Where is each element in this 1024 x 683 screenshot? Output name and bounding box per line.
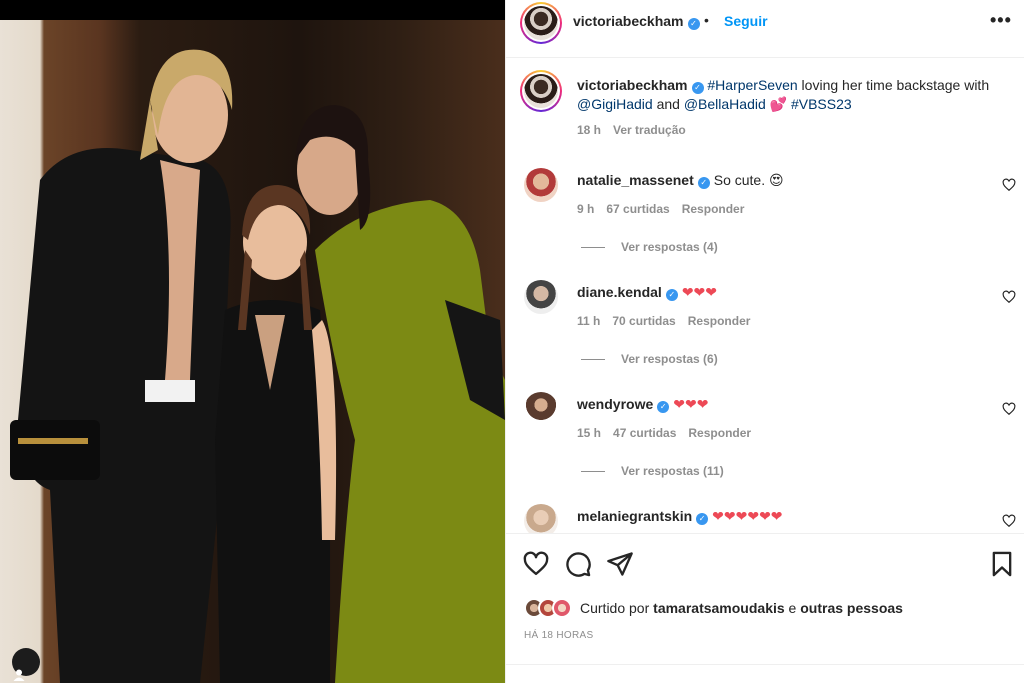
comment-time: 9 h: [577, 202, 595, 216]
comment-avatar[interactable]: [524, 504, 558, 533]
comment-icon[interactable]: [564, 550, 592, 578]
comment-username[interactable]: wendyrowe: [577, 396, 653, 412]
comment-avatar[interactable]: [524, 168, 558, 202]
other-likers-link[interactable]: outras pessoas: [800, 600, 903, 616]
post-side-panel: victoriabeckham ✓ • Seguir ••• victoriabe…: [505, 0, 1024, 683]
mention-link[interactable]: @GigiHadid: [577, 96, 653, 112]
view-replies-button[interactable]: Ver respostas (4): [581, 240, 718, 254]
heart-icon[interactable]: [522, 550, 550, 578]
comment-meta: 11 h 70 curtidas Responder: [577, 314, 762, 328]
caption-avatar[interactable]: [520, 70, 562, 112]
caption-meta: 18 h Ver tradução: [577, 123, 686, 137]
comment-like-heart-icon[interactable]: [1002, 514, 1016, 528]
post-header: victoriabeckham ✓ • Seguir •••: [506, 0, 1024, 58]
comment-avatar[interactable]: [524, 392, 558, 426]
comment-time: 15 h: [577, 426, 602, 440]
reply-button[interactable]: Responder: [688, 426, 751, 440]
follow-button[interactable]: Seguir: [724, 13, 768, 29]
comment-meta: 9 h 67 curtidas Responder: [577, 202, 756, 216]
post-timestamp: HÁ 18 HORAS: [524, 630, 594, 641]
author-avatar[interactable]: [520, 2, 562, 44]
liker-avatar: [552, 598, 572, 618]
user-tag-icon: [13, 669, 25, 681]
caption-text: victoriabeckham ✓ #HarperSeven loving her…: [577, 76, 997, 114]
comment-username[interactable]: natalie_massenet: [577, 172, 694, 188]
more-options-icon[interactable]: •••: [990, 10, 1012, 31]
comment-item: diane.kendal ✓ ❤❤❤ 11 h 70 curtidas Responde…: [506, 280, 1024, 392]
comment-text: ❤❤❤: [673, 396, 709, 412]
comment-text: ❤❤❤: [681, 284, 718, 300]
user-tag-button[interactable]: [12, 648, 40, 681]
comment-username[interactable]: melaniegrantskin: [577, 508, 692, 524]
hashtag-link[interactable]: #HarperSeven: [707, 77, 797, 93]
divider: [506, 664, 1024, 665]
verified-badge-icon: ✓: [697, 177, 710, 189]
header-separator: •: [704, 12, 709, 28]
verified-badge-icon: ✓: [696, 513, 709, 525]
comment-likes[interactable]: 47 curtidas: [613, 426, 676, 440]
view-replies-button[interactable]: Ver respostas (6): [581, 352, 718, 366]
liker-username-link[interactable]: tamaratsamoudakis: [653, 600, 785, 616]
comment-likes[interactable]: 67 curtidas: [606, 202, 669, 216]
comment-text: ❤❤❤❤❤❤: [712, 508, 783, 524]
caption-time: 18 h: [577, 123, 602, 137]
post-photo[interactable]: [0, 0, 505, 683]
comment-body: wendyrowe ✓ ❤❤❤: [577, 396, 708, 413]
bookmark-icon[interactable]: [988, 550, 1016, 578]
verified-badge-icon: ✓: [665, 289, 678, 301]
likes-summary: Curtido por tamaratsamoudakis e outras p…: [524, 596, 903, 620]
verified-badge-icon: ✓: [687, 18, 700, 30]
comment-likes[interactable]: 70 curtidas: [612, 314, 675, 328]
comment-like-heart-icon[interactable]: [1002, 402, 1016, 416]
photo-illustration: [10, 49, 505, 683]
post-actions: Curtido por tamaratsamoudakis e outras p…: [506, 533, 1024, 683]
post-caption: victoriabeckham ✓ #HarperSeven loving her…: [506, 60, 1024, 150]
comment-avatar[interactable]: [524, 280, 558, 314]
comment-time: 11 h: [577, 314, 601, 328]
comment-body: diane.kendal ✓ ❤❤❤: [577, 284, 717, 301]
photo-top-bar: [0, 0, 505, 20]
caption-emoji: 💕: [765, 96, 791, 112]
verified-badge-icon: ✓: [691, 82, 704, 94]
comment-body: natalie_massenet ✓ So cute. 😍: [577, 172, 784, 189]
hashtag-link[interactable]: #VBSS23: [791, 96, 852, 112]
caption-fragment: and: [652, 96, 684, 112]
comment-text: So cute. 😍: [713, 172, 784, 188]
comment-item: natalie_massenet ✓ So cute. 😍 9 h 67 curtid…: [506, 168, 1024, 280]
reply-button[interactable]: Responder: [688, 314, 751, 328]
reply-button[interactable]: Responder: [682, 202, 745, 216]
author-username[interactable]: victoriabeckham ✓: [573, 13, 700, 30]
comment-username[interactable]: diane.kendal: [577, 284, 662, 300]
caption-fragment: loving her time backstage with: [797, 77, 990, 93]
comment-item: wendyrowe ✓ ❤❤❤ 15 h 47 curtidas Responder V…: [506, 392, 1024, 504]
verified-badge-icon: ✓: [657, 401, 670, 413]
paper-plane-icon[interactable]: [606, 550, 634, 578]
translate-link[interactable]: Ver tradução: [613, 123, 686, 137]
comment-body: melaniegrantskin ✓ ❤❤❤❤❤❤: [577, 508, 783, 525]
mention-link[interactable]: @BellaHadid: [684, 96, 766, 112]
comment-like-heart-icon[interactable]: [1002, 290, 1016, 304]
caption-username[interactable]: victoriabeckham: [577, 77, 688, 93]
comment-like-heart-icon[interactable]: [1002, 178, 1016, 192]
likes-text: Curtido por tamaratsamoudakis e outras p…: [580, 600, 903, 616]
comment-meta: 15 h 47 curtidas Responder: [577, 426, 763, 440]
comment-item: melaniegrantskin ✓ ❤❤❤❤❤❤: [506, 504, 1024, 533]
view-replies-button[interactable]: Ver respostas (11): [581, 464, 724, 478]
